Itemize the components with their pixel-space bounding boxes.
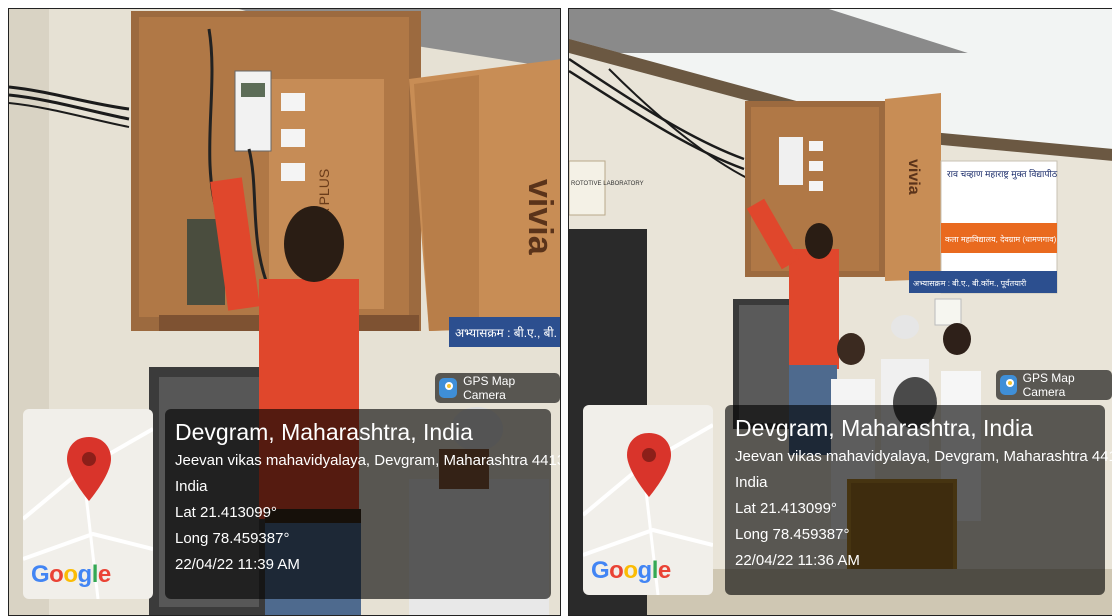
photo-left: BIRLA PLUS vivia अभ्यासक्रम : बी.ए., बी. — [8, 8, 561, 616]
longitude: Long 78.459387° — [735, 526, 850, 543]
map-thumbnail: Google — [583, 405, 713, 595]
location-info-panel: Devgram, Maharashtra, India Jeevan vikas… — [165, 409, 561, 599]
college-sign-line-3: अभ्यासक्रम : बी.ए., बी.कॉम., पूर्वतयारी — [913, 278, 1027, 289]
timestamp: 22/04/22 11:39 AM — [175, 556, 300, 573]
college-sign-line-2: कला महाविद्यालय, देवग्राम (धामणगाव) — [945, 234, 1057, 244]
google-logo: Google — [31, 561, 111, 588]
address-line-2: India — [735, 474, 768, 491]
address-line-1: Jeevan vikas mahavidyalaya, Devgram, Mah… — [735, 448, 1112, 465]
gps-map-camera-icon — [1000, 375, 1017, 395]
location-pin-icon — [627, 433, 671, 497]
longitude: Long 78.459387° — [175, 530, 290, 547]
door-brand: vivia — [521, 179, 559, 256]
timestamp: 22/04/22 11:36 AM — [735, 552, 860, 569]
sign-text: अभ्यासक्रम : बी.ए., बी. — [455, 326, 557, 340]
place-name: Devgram, Maharashtra, India — [735, 415, 1033, 441]
gps-map-camera-icon — [439, 378, 458, 398]
location-info-panel: Devgram, Maharashtra, India Jeevan vikas… — [725, 405, 1112, 595]
gps-camera-badge: GPS Map Camera — [435, 373, 560, 403]
door-brand-right: vivia — [905, 159, 922, 195]
gps-camera-badge: GPS Map Camera — [996, 370, 1112, 400]
map-thumbnail: Google — [23, 409, 153, 599]
small-sign-text: ROTOTIVE LABORATORY — [571, 181, 644, 187]
address-line-1: Jeevan vikas mahavidyalaya, Devgram, Mah… — [175, 452, 561, 469]
google-logo: Google — [591, 557, 671, 584]
photo-right: ROTOTIVE LABORATORY vivia राव चव्हाण महा… — [568, 8, 1112, 616]
location-pin-icon — [67, 437, 111, 501]
address-line-2: India — [175, 478, 208, 495]
latitude: Lat 21.413099° — [735, 500, 837, 517]
latitude: Lat 21.413099° — [175, 504, 277, 521]
place-name: Devgram, Maharashtra, India — [175, 419, 473, 445]
gps-camera-label: GPS Map Camera — [463, 374, 516, 402]
gps-camera-label: GPS Map Camera — [1022, 371, 1075, 399]
college-sign-line-1: राव चव्हाण महाराष्ट्र मुक्त विद्यापीठ — [947, 168, 1058, 180]
